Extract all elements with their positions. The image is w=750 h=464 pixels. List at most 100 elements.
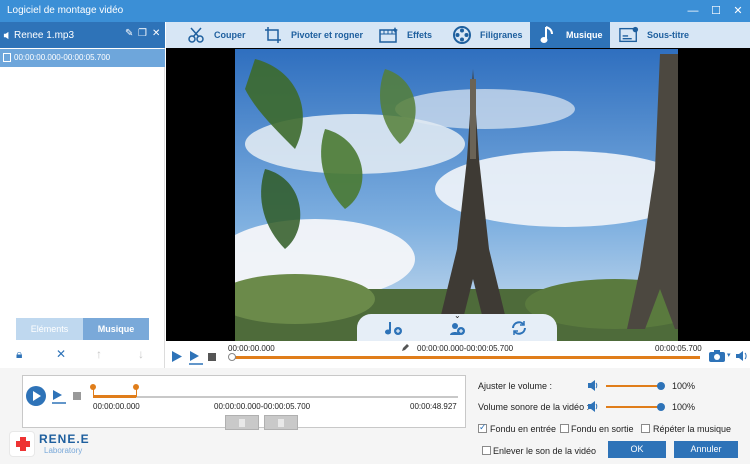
add-music-icon[interactable] bbox=[384, 320, 404, 336]
remove-video-sound-checkbox[interactable] bbox=[482, 446, 491, 455]
refresh-icon[interactable] bbox=[509, 320, 529, 336]
cut-icon bbox=[186, 25, 206, 45]
tab-musique[interactable]: Musique bbox=[83, 318, 149, 340]
window-title: Logiciel de montage vidéo bbox=[7, 5, 124, 16]
fade-out-label: Fondu en sortie bbox=[571, 424, 634, 434]
move-up-icon[interactable]: ↑ bbox=[96, 347, 102, 361]
timeline-start-line bbox=[93, 387, 94, 397]
tab-sous-titre-label: Sous-titre bbox=[647, 30, 690, 40]
tab-effets-label: Effets bbox=[407, 30, 433, 40]
left-toolbar: 🔒︎ ✕ ↑ ↓ bbox=[0, 342, 165, 368]
playback-scrubber[interactable] bbox=[228, 353, 236, 361]
delete-icon[interactable]: ✕ bbox=[56, 347, 66, 361]
subtitle-icon bbox=[619, 25, 639, 45]
camera-icon[interactable] bbox=[708, 349, 726, 363]
rotate-crop-icon bbox=[263, 25, 283, 45]
volume-value: 100% bbox=[672, 381, 696, 391]
tab-couper-label: Couper bbox=[214, 30, 246, 40]
video-volume-value: 100% bbox=[672, 402, 696, 412]
playback-end-time: 00:00:05.700 bbox=[655, 344, 702, 353]
close-icon[interactable]: ✕ bbox=[152, 28, 160, 39]
fade-in-label: Fondu en entrée bbox=[490, 424, 557, 434]
timeline-range: 00:00:00.000-00:00:05.700 bbox=[214, 402, 311, 411]
chevron-down-icon[interactable]: ⌄ bbox=[454, 311, 461, 320]
media-list-panel: Renee 1.mp3 ✎ ❐ ✕ 00:00:00.000-00:00:05.… bbox=[0, 22, 165, 342]
cancel-button[interactable]: Annuler bbox=[674, 441, 738, 458]
effects-icon bbox=[379, 25, 399, 45]
segment-time: 00:00:00.000-00:00:05.700 bbox=[14, 53, 111, 62]
video-overlay-controls: ⌄ bbox=[357, 311, 557, 341]
tab-elements[interactable]: Eléments bbox=[16, 318, 83, 340]
volume-icon[interactable] bbox=[735, 350, 748, 362]
edit-toolbar: Couper Pivoter et rogner Effets Filigran… bbox=[166, 22, 750, 48]
tab-filigranes[interactable]: Filigranes bbox=[452, 22, 523, 48]
music-icon bbox=[538, 25, 558, 45]
edit-icon[interactable]: ✎ bbox=[125, 28, 133, 39]
maximize-button[interactable]: ☐ bbox=[705, 0, 727, 22]
brand-logo-mark bbox=[9, 431, 35, 457]
playback-range: 00:00:00.000-00:00:05.700 bbox=[417, 344, 514, 353]
play-button-icon[interactable] bbox=[25, 385, 47, 407]
tab-effets[interactable]: Effets bbox=[379, 22, 432, 48]
tab-filigranes-label: Filigranes bbox=[480, 30, 523, 40]
copy-icon[interactable]: ❐ bbox=[138, 28, 147, 39]
ok-button[interactable]: OK bbox=[608, 441, 666, 458]
tab-pivoter-label: Pivoter et rogner bbox=[291, 30, 364, 40]
edit-pencil-icon[interactable] bbox=[401, 343, 409, 352]
tab-musique-toolbar-label: Musique bbox=[566, 30, 603, 40]
playback-current-time: 00:00:00.000 bbox=[228, 344, 275, 353]
timeline-total: 00:00:48.927 bbox=[410, 402, 457, 411]
brand-sub: Laboratory bbox=[44, 446, 83, 455]
title-bar: Logiciel de montage vidéo — ☐ ✕ bbox=[0, 0, 750, 22]
speaker-icon bbox=[3, 31, 9, 40]
timeline-selection[interactable] bbox=[93, 395, 136, 398]
tab-sous-titre[interactable]: Sous-titre bbox=[619, 22, 689, 48]
watermark-icon bbox=[452, 25, 472, 45]
segment-icon bbox=[3, 53, 11, 62]
tab-musique-toolbar[interactable]: Musique bbox=[530, 22, 610, 48]
video-preview: ⌄ bbox=[166, 48, 750, 341]
repeat-music-checkbox[interactable] bbox=[641, 424, 650, 433]
lock-icon[interactable]: 🔒︎ bbox=[16, 347, 22, 362]
timeline-track[interactable] bbox=[93, 396, 458, 398]
timeline-start: 00:00:00.000 bbox=[93, 402, 140, 411]
volume-slider[interactable] bbox=[606, 385, 661, 387]
fade-in-checkbox[interactable]: ✓ bbox=[478, 422, 487, 433]
video-volume-speaker-icon bbox=[588, 401, 598, 412]
video-frame bbox=[235, 49, 678, 341]
camera-dropdown-icon[interactable]: ▾ bbox=[727, 351, 731, 359]
audio-timeline: 00:00:00.000 00:00:00.000-00:00:05.700 0… bbox=[22, 375, 466, 430]
tab-pivoter-rogner[interactable]: Pivoter et rogner bbox=[263, 22, 363, 48]
volume-speaker-icon bbox=[588, 380, 598, 391]
playback-progress-track[interactable] bbox=[232, 356, 700, 359]
video-volume-label: Volume sonore de la vidéo : bbox=[478, 402, 590, 412]
play-icon[interactable] bbox=[171, 350, 183, 363]
fade-out-checkbox[interactable] bbox=[560, 424, 569, 433]
record-audio-icon[interactable] bbox=[447, 320, 467, 336]
repeat-music-label: Répéter la musique bbox=[653, 424, 732, 434]
video-volume-slider-knob[interactable] bbox=[657, 403, 665, 411]
set-end-button[interactable] bbox=[264, 415, 298, 430]
volume-slider-knob[interactable] bbox=[657, 382, 665, 390]
audio-settings-panel: 00:00:00.000 00:00:00.000-00:00:05.700 0… bbox=[0, 368, 750, 464]
set-start-button[interactable] bbox=[225, 415, 259, 430]
tab-couper[interactable]: Couper bbox=[186, 22, 246, 48]
stop-small-icon[interactable] bbox=[73, 392, 81, 400]
remove-video-sound-label: Enlever le son de la vidéo bbox=[493, 446, 597, 456]
play-segment-icon[interactable] bbox=[188, 350, 204, 365]
move-down-icon[interactable]: ↓ bbox=[138, 347, 144, 361]
brand-name: RENE.E bbox=[39, 432, 90, 446]
timeline-end-line bbox=[136, 387, 137, 397]
play-segment-small-icon[interactable] bbox=[51, 389, 67, 404]
segment-item[interactable]: 00:00:00.000-00:00:05.700 bbox=[0, 49, 165, 67]
video-volume-slider[interactable] bbox=[606, 406, 661, 408]
stop-icon[interactable] bbox=[208, 353, 216, 361]
brand-logo: RENE.E Laboratory bbox=[9, 428, 99, 460]
audio-file-name: Renee 1.mp3 bbox=[14, 30, 75, 41]
video-image bbox=[235, 49, 678, 341]
minimize-button[interactable]: — bbox=[682, 0, 704, 22]
close-button[interactable]: ✕ bbox=[727, 0, 749, 22]
audio-file-item[interactable]: Renee 1.mp3 ✎ ❐ ✕ bbox=[0, 22, 165, 48]
volume-label: Ajuster le volume : bbox=[478, 381, 553, 391]
playback-bar: 00:00:00.000 00:00:00.000-00:00:05.700 0… bbox=[166, 341, 750, 368]
